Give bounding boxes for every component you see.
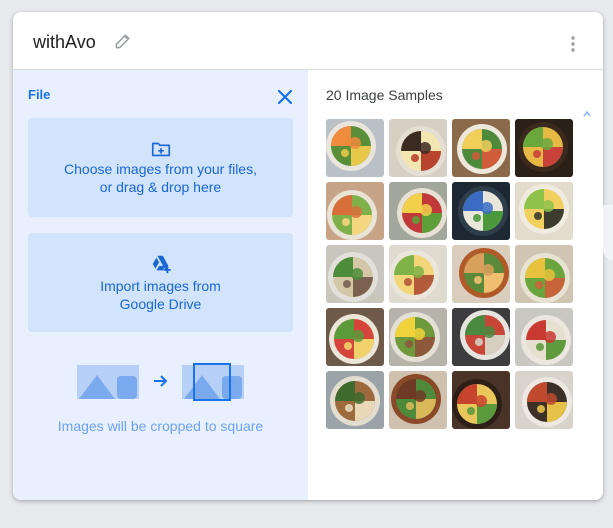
sample-thumbnail[interactable]: [389, 308, 447, 366]
page-title: withAvo: [33, 32, 96, 52]
food-bowl-image: [452, 371, 510, 429]
food-bowl-image: [389, 182, 447, 240]
samples-title: 20 Image Samples: [326, 87, 443, 103]
food-bowl-image: [326, 119, 384, 177]
food-bowl-image: [515, 182, 573, 240]
food-bowl-image: [452, 308, 510, 366]
sample-thumbnail[interactable]: [326, 308, 384, 366]
food-bowl-image: [452, 245, 510, 303]
food-bowl-image: [389, 119, 447, 177]
sample-thumbnail[interactable]: [389, 182, 447, 240]
sample-thumbnail[interactable]: [326, 119, 384, 177]
food-bowl-image: [389, 308, 447, 366]
food-bowl-image: [326, 308, 384, 366]
sample-thumbnail[interactable]: [452, 182, 510, 240]
sample-thumbnail[interactable]: [389, 371, 447, 429]
crop-note: Images will be cropped to square: [57, 418, 264, 434]
samples-panel: 20 Image Samples: [308, 70, 603, 500]
food-bowl-image: [515, 119, 573, 177]
sample-thumbnail[interactable]: [515, 119, 573, 177]
upload-panel: File Choose images from your files, or d…: [13, 70, 308, 500]
food-bowl-image: [326, 371, 384, 429]
food-bowl-image: [389, 371, 447, 429]
food-bowl-image: [452, 182, 510, 240]
sample-thumbnail[interactable]: [389, 245, 447, 303]
sample-thumbnail[interactable]: [515, 182, 573, 240]
sample-thumbnail[interactable]: [452, 119, 510, 177]
sample-thumbnail[interactable]: [515, 371, 573, 429]
scroll-up-arrow-icon[interactable]: [583, 110, 591, 118]
pencil-icon[interactable]: [113, 31, 133, 51]
dataset-card: withAvo File Choose images from your fil…: [13, 12, 603, 500]
food-bowl-image: [515, 308, 573, 366]
food-bowl-image: [389, 245, 447, 303]
google-drive-add-icon: [152, 255, 171, 274]
crop-illustration: [77, 363, 244, 401]
sample-thumbnail[interactable]: [326, 182, 384, 240]
food-bowl-image: [452, 119, 510, 177]
sample-thumbnail[interactable]: [452, 308, 510, 366]
choose-files-line2: or drag & drop here: [99, 179, 222, 195]
edge-decoration: [603, 205, 613, 260]
sample-thumbnail[interactable]: [452, 245, 510, 303]
sample-thumbnail[interactable]: [326, 245, 384, 303]
import-drive-line1: Import images from: [100, 278, 221, 294]
food-bowl-image: [515, 245, 573, 303]
image-grid: [326, 119, 573, 429]
food-bowl-image: [326, 182, 384, 240]
folder-add-icon: [151, 142, 171, 157]
sample-thumbnail[interactable]: [515, 245, 573, 303]
import-drive-button[interactable]: Import images from Google Drive: [28, 233, 293, 332]
food-bowl-image: [515, 371, 573, 429]
panel-heading: File: [28, 87, 51, 102]
card-header: withAvo: [13, 12, 603, 70]
sample-thumbnail[interactable]: [452, 371, 510, 429]
sample-thumbnail[interactable]: [326, 371, 384, 429]
choose-files-button[interactable]: Choose images from your files, or drag &…: [28, 118, 293, 217]
sample-thumbnail[interactable]: [515, 308, 573, 366]
more-vert-icon[interactable]: [563, 34, 583, 54]
import-drive-line2: Google Drive: [119, 296, 202, 312]
close-icon[interactable]: [275, 87, 295, 107]
choose-files-line1: Choose images from your files,: [64, 161, 257, 177]
sample-thumbnail[interactable]: [389, 119, 447, 177]
food-bowl-image: [326, 245, 384, 303]
